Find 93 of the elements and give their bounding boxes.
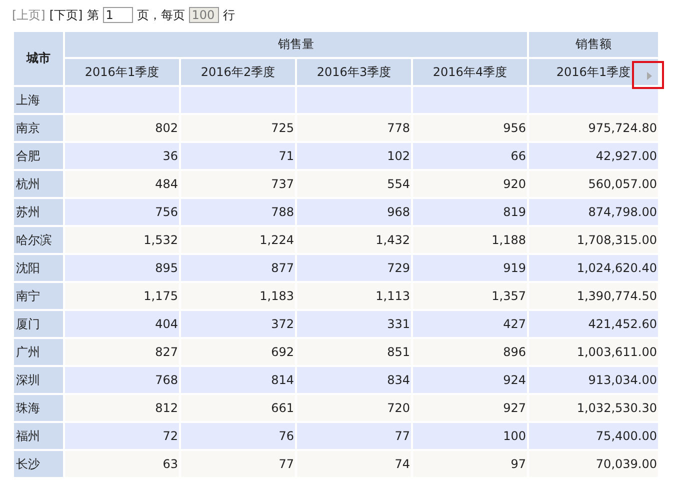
row-header: 深圳 [13,366,64,394]
rows-label: 行 [222,6,235,24]
column-header: 销售量 [64,31,528,58]
table-cell: 919 [412,254,528,282]
table-cell: 77 [180,450,296,478]
table-cell: 692 [180,338,296,366]
column-header: 2016年1季度 [528,58,659,86]
table-cell: 768 [64,366,180,394]
row-header: 南京 [13,114,64,142]
table-cell: 42,927.00 [528,142,659,170]
table-cell: 71 [180,142,296,170]
column-header: 2016年3季度 [296,58,412,86]
table-cell: 920 [412,170,528,198]
table-cell: 968 [296,198,412,226]
table-cell: 77 [296,422,412,450]
table-cell: 975,724.80 [528,114,659,142]
table-cell: 560,057.00 [528,170,659,198]
table-cell: 756 [64,198,180,226]
row-header: 苏州 [13,198,64,226]
table-cell: 924 [412,366,528,394]
table-cell: 896 [412,338,528,366]
table-cell: 427 [412,310,528,338]
row-header: 长沙 [13,450,64,478]
column-header: 2016年2季度 [180,58,296,86]
column-header: 2016年1季度 [64,58,180,86]
row-header: 哈尔滨 [13,226,64,254]
row-header: 杭州 [13,170,64,198]
next-page-link[interactable]: [下页] [49,6,83,24]
table-cell: 1,357 [412,282,528,310]
table-cell: 554 [296,170,412,198]
table-cell: 75,400.00 [528,422,659,450]
table-cell: 1,708,315.00 [528,226,659,254]
table-cell: 814 [180,366,296,394]
table-cell: 1,175 [64,282,180,310]
table-cell: 661 [180,394,296,422]
table-cell: 1,113 [296,282,412,310]
table-cell: 927 [412,394,528,422]
table-cell: 66 [412,142,528,170]
table-cell: 1,432 [296,226,412,254]
table-cell: 1,224 [180,226,296,254]
table-cell: 100 [412,422,528,450]
table-cell: 788 [180,198,296,226]
table-cell: 895 [64,254,180,282]
table-cell: 63 [64,450,180,478]
row-header: 广州 [13,338,64,366]
table-cell: 1,532 [64,226,180,254]
row-header: 珠海 [13,394,64,422]
table-cell: 956 [412,114,528,142]
table-cell: 421,452.60 [528,310,659,338]
table-cell: 1,188 [412,226,528,254]
table-cell: 36 [64,142,180,170]
scroll-right-button[interactable] [644,70,654,82]
table-cell: 1,003,611.00 [528,338,659,366]
table-cell: 102 [296,142,412,170]
column-header: 销售额 [528,31,659,58]
row-header: 福州 [13,422,64,450]
row-header: 合肥 [13,142,64,170]
table-cell: 851 [296,338,412,366]
table-cell: 70,039.00 [528,450,659,478]
table-cell: 778 [296,114,412,142]
table-cell: 819 [412,198,528,226]
table-cell: 72 [64,422,180,450]
table-cell: 913,034.00 [528,366,659,394]
page-label: 第 [86,6,99,24]
column-header: 城市 [13,31,64,86]
table-cell: 1,032,530.30 [528,394,659,422]
table-cell: 729 [296,254,412,282]
table-cell: 76 [180,422,296,450]
table-cell: 802 [64,114,180,142]
table-cell: 827 [64,338,180,366]
page-size-label: 页，每页 [136,6,185,24]
table-cell: 74 [296,450,412,478]
page-number-field[interactable]: 1 [102,7,133,23]
table-cell: 484 [64,170,180,198]
table-cell: 812 [64,394,180,422]
table-cell: 720 [296,394,412,422]
column-header: 2016年4季度 [412,58,528,86]
table-cell: 1,024,620.40 [528,254,659,282]
row-header: 南宁 [13,282,64,310]
row-header: 上海 [13,86,64,114]
row-header: 厦门 [13,310,64,338]
table-cell: 1,390,774.50 [528,282,659,310]
table-cell: 874,798.00 [528,198,659,226]
table-cell: 372 [180,310,296,338]
row-header: 沈阳 [13,254,64,282]
table-cell: 331 [296,310,412,338]
table-cell: 404 [64,310,180,338]
table-cell: 1,183 [180,282,296,310]
table-cell: 725 [180,114,296,142]
table-cell: 97 [412,450,528,478]
table-cell: 877 [180,254,296,282]
table-cell: 834 [296,366,412,394]
table-cell: 737 [180,170,296,198]
